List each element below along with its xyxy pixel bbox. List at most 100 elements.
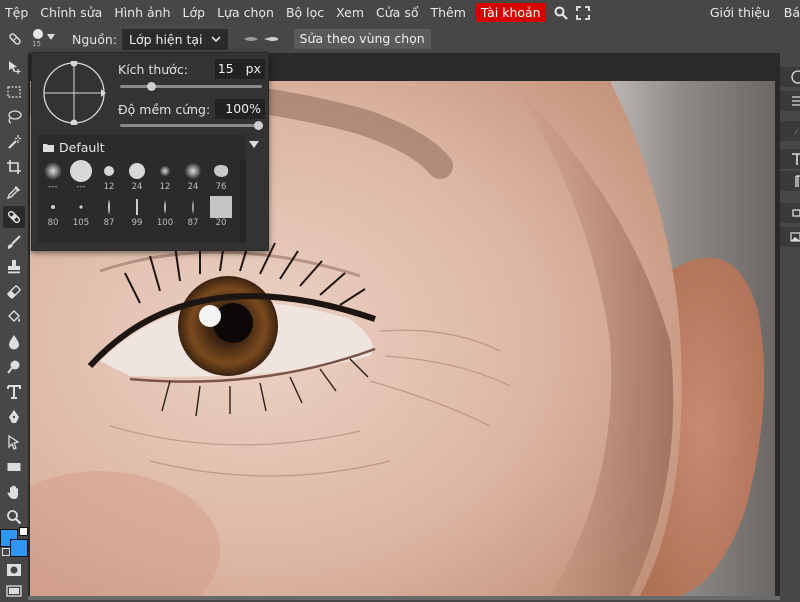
path-select-tool[interactable] <box>3 431 25 453</box>
preset-size-label: 80 <box>47 218 59 228</box>
move-tool[interactable] <box>3 56 25 78</box>
menu-layer[interactable]: Lớp <box>177 0 212 25</box>
menu-window[interactable]: Cửa sổ <box>370 0 424 25</box>
brush-preset[interactable]: 87 <box>180 197 206 233</box>
menu-cut-item[interactable]: Bá <box>778 0 800 25</box>
chevron-down-icon <box>47 34 55 40</box>
zoom-tool[interactable] <box>3 506 25 528</box>
brush-preset[interactable]: 99 <box>124 197 150 233</box>
eraser-tool[interactable] <box>3 281 25 303</box>
screen-mode-tool[interactable] <box>3 580 25 602</box>
hand-icon <box>7 485 18 499</box>
search-icon[interactable] <box>552 0 570 25</box>
zoom-icon <box>7 510 22 525</box>
brush-preset[interactable]: --- <box>68 160 94 197</box>
brush-size-slider[interactable] <box>120 85 262 88</box>
rectangle-icon <box>7 463 21 471</box>
hard-brush-swatch-icon <box>104 166 114 176</box>
presets-menu-arrow-icon[interactable] <box>249 141 259 148</box>
menu-image[interactable]: Hình ảnh <box>108 0 176 25</box>
stamp-tool[interactable] <box>3 256 25 278</box>
brush-hardness-slider[interactable] <box>120 124 262 127</box>
brush-preset[interactable]: 100 <box>152 197 178 233</box>
brush-hardness-label: Độ mềm cứng: <box>118 102 211 117</box>
preset-size-label: 76 <box>215 182 227 192</box>
color-swatches[interactable] <box>0 527 28 557</box>
presets-scrollbar[interactable] <box>240 161 246 241</box>
menu-file[interactable]: Tệp <box>0 0 34 25</box>
dodge-tool[interactable] <box>3 356 25 378</box>
move-icon <box>9 61 21 74</box>
rectangle-tool[interactable] <box>3 456 25 478</box>
marquee-tool[interactable] <box>3 81 25 103</box>
background-color-swatch[interactable] <box>10 539 28 557</box>
brush-preset[interactable]: 105 <box>68 197 94 233</box>
swap-colors-icon[interactable] <box>19 527 28 536</box>
brush-tip-round-icon[interactable] <box>243 29 258 49</box>
paragraph-panel-tab[interactable] <box>780 171 800 191</box>
menu-view[interactable]: Xem <box>330 0 370 25</box>
brush-preset[interactable]: 80 <box>40 197 66 233</box>
brush-panel-tab[interactable] <box>780 121 800 141</box>
sliders-icon <box>792 96 800 106</box>
brush-hardness-input[interactable]: 100% <box>215 99 265 119</box>
lasso-tool[interactable] <box>3 106 25 128</box>
menu-filter[interactable]: Bộ lọc <box>280 0 330 25</box>
stamp-icon <box>8 260 20 274</box>
quick-mask-tool[interactable] <box>3 559 25 581</box>
menu-select[interactable]: Lựa chọn <box>211 0 280 25</box>
brush-size-label: Kích thước: <box>118 62 188 77</box>
healing-brush-tool[interactable] <box>3 206 25 228</box>
brush-size-input[interactable]: 15 px <box>215 59 265 79</box>
brush-preset[interactable]: 20 <box>208 196 234 233</box>
properties-panel-tab[interactable] <box>780 91 800 111</box>
hand-tool[interactable] <box>3 481 25 503</box>
brush-preset[interactable]: --- <box>40 161 66 197</box>
fullscreen-icon[interactable] <box>574 0 592 25</box>
menu-edit[interactable]: Chỉnh sửa <box>34 0 108 25</box>
eyedropper-icon <box>6 186 20 200</box>
brush-angle-control[interactable] <box>42 59 106 127</box>
pen-tool[interactable] <box>3 406 25 428</box>
brush-preset[interactable]: 12 <box>96 161 122 197</box>
info-panel-tab[interactable] <box>780 67 800 87</box>
brush-presets-list: Default --- --- 12 24 12 24 76 80 105 87… <box>38 135 246 243</box>
brush-preset-picker[interactable]: 15 <box>32 27 58 51</box>
preset-size-label: --- <box>76 182 86 192</box>
preset-size-label: 105 <box>72 218 90 228</box>
crop-tool[interactable] <box>3 156 25 178</box>
image-panel-tab[interactable] <box>780 227 800 247</box>
pen-icon <box>9 410 19 423</box>
preset-size-label: 100 <box>156 218 174 228</box>
fix-by-selection-button[interactable]: Sửa theo vùng chọn <box>293 29 431 49</box>
menu-about[interactable]: Giới thiệu <box>704 0 776 25</box>
character-panel-tab[interactable] <box>780 149 800 169</box>
swatches-panel-tab[interactable] <box>780 203 800 223</box>
brush-preview-icon <box>33 29 43 39</box>
swatches-icon <box>792 209 800 217</box>
brush-angle-dial <box>43 59 106 127</box>
preset-group-header[interactable]: Default <box>43 140 105 155</box>
brush-hardness-slider-knob[interactable] <box>254 121 263 130</box>
eyedropper-tool[interactable] <box>3 181 25 203</box>
brush-preset[interactable]: 12 <box>152 161 178 197</box>
text-tool[interactable] <box>3 381 25 403</box>
menu-account[interactable]: Tài khoản <box>475 3 546 22</box>
blur-tool[interactable] <box>3 331 25 353</box>
brush-preset[interactable]: 76 <box>208 161 234 197</box>
paint-bucket-tool[interactable] <box>3 306 25 328</box>
brush-size-slider-knob[interactable] <box>147 82 156 91</box>
source-select-value: Lớp hiện tại <box>129 31 203 47</box>
brush-preset[interactable]: 24 <box>124 161 150 197</box>
dot-brush-swatch-icon <box>51 205 55 209</box>
menu-more[interactable]: Thêm <box>424 0 471 25</box>
preset-size-label: 99 <box>131 218 143 228</box>
default-colors-icon[interactable] <box>2 548 10 556</box>
preset-size-label: 87 <box>103 218 115 228</box>
brush-preset[interactable]: 24 <box>180 161 206 197</box>
magic-wand-tool[interactable] <box>3 131 25 153</box>
brush-tool[interactable] <box>3 231 25 253</box>
source-select[interactable]: Lớp hiện tại <box>122 28 228 50</box>
brush-tip-pointed-icon[interactable] <box>263 29 278 49</box>
brush-preset[interactable]: 87 <box>96 197 122 233</box>
